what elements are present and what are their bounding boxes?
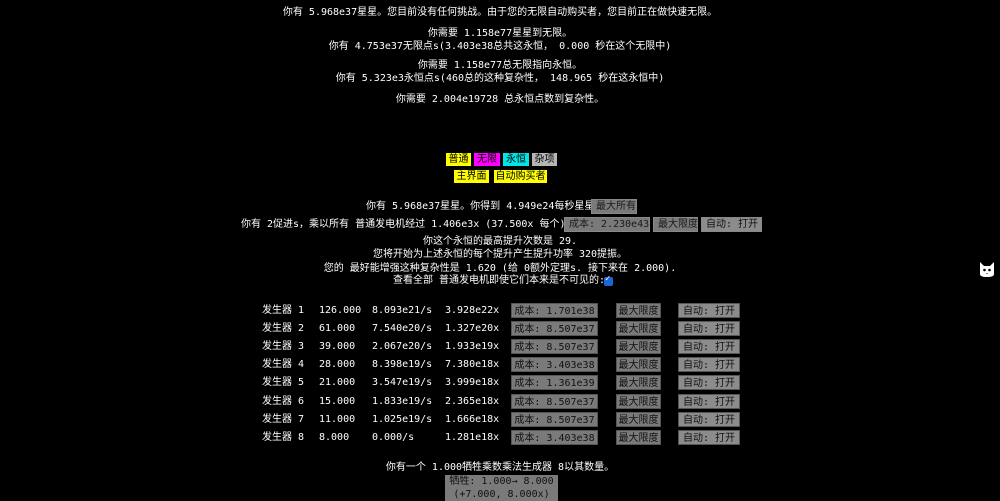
generator-row: 发生器 3 39.000 2.067e20/s 1.933e19x 成本: 8.507e… bbox=[0, 339, 1000, 354]
generator-rate: 3.547e19/s bbox=[372, 377, 433, 388]
generator-rate: 1.833e19/s bbox=[372, 396, 433, 407]
generator-name: 发生器 6 bbox=[262, 396, 305, 407]
generator-name: 发生器 4 bbox=[262, 359, 305, 370]
sacrifice-info: 你有一个 1.000牺牲乘数乘法生成器 8以其数量。 bbox=[385, 462, 615, 473]
generator-row: 发生器 4 28.000 8.398e19/s 7.380e18x 成本: 3.403e… bbox=[0, 357, 1000, 372]
generator-cost-button[interactable]: 成本: 1.361e39 bbox=[511, 375, 598, 390]
tab-autobuyers[interactable]: 自动购买者 bbox=[493, 169, 548, 184]
max-all-button[interactable]: 最大所有 bbox=[591, 199, 637, 214]
generator-max-button[interactable]: 最大限度 bbox=[616, 375, 661, 390]
show-all-checkbox[interactable] bbox=[604, 274, 613, 286]
generator-cost-button[interactable]: 成本: 3.403e38 bbox=[511, 430, 598, 445]
generator-row: 发生器 2 61.000 7.540e20/s 1.327e20x 成本: 8.507e… bbox=[0, 321, 1000, 336]
cat-icon[interactable] bbox=[977, 259, 997, 279]
generator-row: 发生器 1 126.000 8.093e21/s 3.928e22x 成本: 1.701… bbox=[0, 303, 1000, 318]
generator-cost-button[interactable]: 成本: 3.403e38 bbox=[511, 357, 598, 372]
complexity-requirement: 你需要 2.004e19728 总永恒点数到复杂性。 bbox=[395, 94, 605, 105]
generator-row: 发生器 5 21.000 3.547e19/s 3.999e18x 成本: 1.361e… bbox=[0, 375, 1000, 390]
generator-rate: 8.398e19/s bbox=[372, 359, 433, 370]
generator-multiplier: 2.365e18x bbox=[445, 396, 500, 407]
generator-amount: 21.000 bbox=[319, 377, 356, 388]
generator-name: 发生器 3 bbox=[262, 341, 305, 352]
generator-row: 发生器 7 11.000 1.025e19/s 1.666e18x 成本: 8.507e… bbox=[0, 412, 1000, 427]
generator-cost-button[interactable]: 成本: 8.507e37 bbox=[511, 394, 598, 409]
generator-max-button[interactable]: 最大限度 bbox=[616, 357, 661, 372]
generator-name: 发生器 2 bbox=[262, 323, 305, 334]
generator-max-button[interactable]: 最大限度 bbox=[616, 303, 661, 318]
eternity-requirement: 你需要 1.158e77总无限指向永恒。 bbox=[417, 60, 583, 71]
generator-amount: 39.000 bbox=[319, 341, 356, 352]
generator-row: 发生器 6 15.000 1.833e19/s 2.365e18x 成本: 8.507e… bbox=[0, 394, 1000, 409]
generator-rate: 7.540e20/s bbox=[372, 323, 433, 334]
generator-multiplier: 7.380e18x bbox=[445, 359, 500, 370]
boost-auto-toggle[interactable]: 自动: 打开 bbox=[701, 217, 762, 232]
boost-power-info: 您将开始为上述永恒的每个提升产生提升功率 320提振。 bbox=[372, 249, 628, 260]
generator-name: 发生器 1 bbox=[262, 305, 305, 316]
generator-rate: 2.067e20/s bbox=[372, 341, 433, 352]
generator-auto-toggle[interactable]: 自动: 打开 bbox=[678, 394, 740, 409]
generator-rate: 1.025e19/s bbox=[372, 414, 433, 425]
generator-multiplier: 1.281e18x bbox=[445, 432, 500, 443]
stars-per-second-text: 你有 5.968e37星星。你得到 4.949e24每秒星星。 bbox=[366, 201, 605, 212]
sacrifice-button-line1: 牺牲: 1.000→ 8.000 bbox=[449, 476, 554, 487]
boost-max-button[interactable]: 最大限度 bbox=[653, 217, 698, 232]
generator-amount: 11.000 bbox=[319, 414, 356, 425]
tab-main[interactable]: 主界面 bbox=[453, 169, 490, 184]
generator-rate: 8.093e21/s bbox=[372, 305, 433, 316]
tab-eternity[interactable]: 永恒 bbox=[502, 152, 530, 167]
highest-boost-info: 你这个永恒的最高提升次数是 29. bbox=[422, 236, 578, 247]
generator-auto-toggle[interactable]: 自动: 打开 bbox=[678, 357, 740, 372]
generator-auto-toggle[interactable]: 自动: 打开 bbox=[678, 430, 740, 445]
generator-amount: 8.000 bbox=[319, 432, 350, 443]
generator-max-button[interactable]: 最大限度 bbox=[616, 430, 661, 445]
generator-amount: 15.000 bbox=[319, 396, 356, 407]
generator-auto-toggle[interactable]: 自动: 打开 bbox=[678, 303, 740, 318]
generator-multiplier: 1.327e20x bbox=[445, 323, 500, 334]
tab-infinity[interactable]: 无限 bbox=[473, 152, 501, 167]
generator-multiplier: 1.666e18x bbox=[445, 414, 500, 425]
generator-name: 发生器 5 bbox=[262, 377, 305, 388]
generator-cost-button[interactable]: 成本: 1.701e38 bbox=[511, 303, 598, 318]
generator-amount: 126.000 bbox=[319, 305, 362, 316]
generator-row: 发生器 8 8.000 0.000/s 1.281e18x 成本: 3.403e38 最大… bbox=[0, 430, 1000, 445]
generator-multiplier: 1.933e19x bbox=[445, 341, 500, 352]
generator-auto-toggle[interactable]: 自动: 打开 bbox=[678, 321, 740, 336]
sacrifice-button[interactable]: 牺牲: 1.000→ 8.000 (+7.000, 8.000x) bbox=[445, 475, 558, 501]
generator-multiplier: 3.999e18x bbox=[445, 377, 500, 388]
infinity-points-line: 你有 4.753e37无限点s(3.403e38总共这永恒， 0.000 秒在这… bbox=[328, 41, 672, 52]
generator-auto-toggle[interactable]: 自动: 打开 bbox=[678, 339, 740, 354]
eternity-points-line: 你有 5.323e3永恒点s(460总的这种复杂性， 148.965 秒在这永恒… bbox=[335, 73, 665, 84]
sacrifice-button-line2: (+7.000, 8.000x) bbox=[453, 489, 550, 500]
infinity-requirement: 你需要 1.158e77星星到无限。 bbox=[427, 28, 573, 39]
generator-max-button[interactable]: 最大限度 bbox=[616, 394, 661, 409]
generator-name: 发生器 7 bbox=[262, 414, 305, 425]
generator-name: 发生器 8 bbox=[262, 432, 305, 443]
generator-amount: 61.000 bbox=[319, 323, 356, 334]
status-line-stars: 你有 5.968e37星星。您目前没有任何挑战。由于您的无限自动购买者，您目前正… bbox=[282, 7, 718, 18]
generator-auto-toggle[interactable]: 自动: 打开 bbox=[678, 375, 740, 390]
show-all-generators-label: 查看全部 普通发电机即使它们本来是不可见的: bbox=[393, 275, 606, 286]
generator-amount: 28.000 bbox=[319, 359, 356, 370]
tab-normal[interactable]: 普通 bbox=[445, 152, 472, 167]
boost-cost-button[interactable]: 成本: 2.230e43 bbox=[564, 217, 650, 232]
tab-misc[interactable]: 杂项 bbox=[531, 152, 558, 167]
boost-text: 你有 2促进s，乘以所有 普通发电机经过 1.406e3x (37.500x 每… bbox=[241, 219, 576, 230]
generator-cost-button[interactable]: 成本: 8.507e37 bbox=[511, 339, 598, 354]
generator-cost-button[interactable]: 成本: 8.507e37 bbox=[511, 321, 598, 336]
generator-auto-toggle[interactable]: 自动: 打开 bbox=[678, 412, 740, 427]
generator-max-button[interactable]: 最大限度 bbox=[616, 321, 661, 336]
generator-cost-button[interactable]: 成本: 8.507e37 bbox=[511, 412, 598, 427]
generator-max-button[interactable]: 最大限度 bbox=[616, 412, 661, 427]
generator-rate: 0.000/s bbox=[372, 432, 415, 443]
generator-max-button[interactable]: 最大限度 bbox=[616, 339, 661, 354]
generator-multiplier: 3.928e22x bbox=[445, 305, 500, 316]
